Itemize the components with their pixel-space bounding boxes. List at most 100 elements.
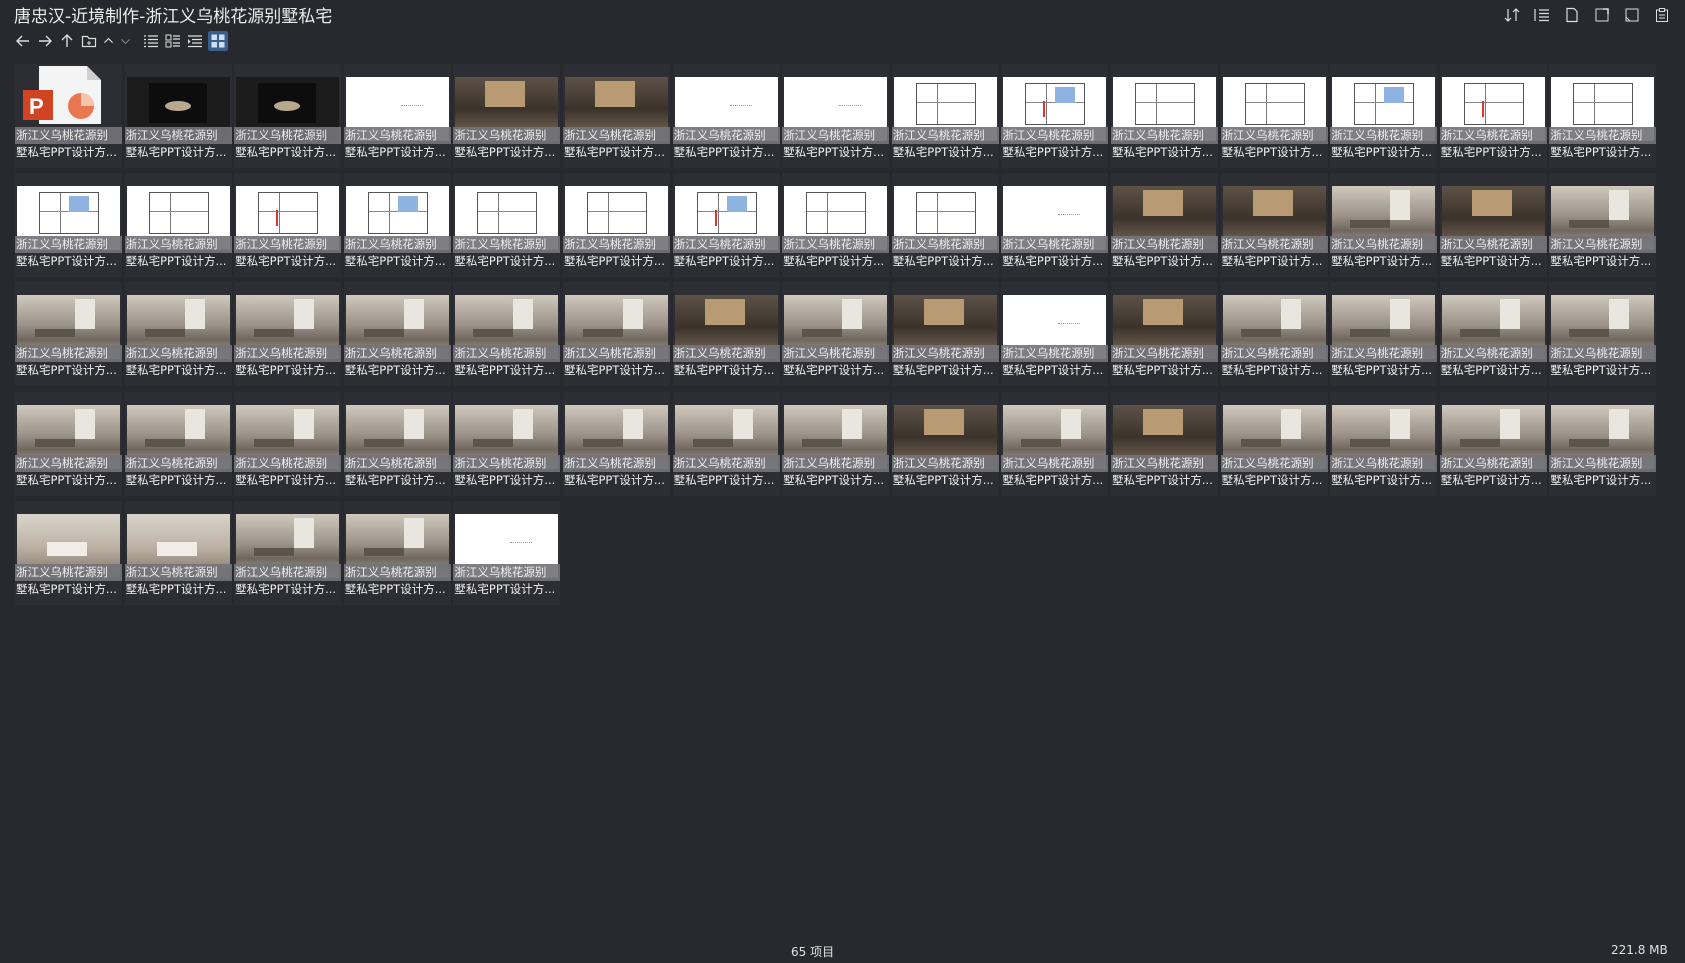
file-thumbnail-item[interactable]: 浙江义乌桃花源别 墅私宅PPT设计方... [891, 173, 999, 278]
file-name-line1: 浙江义乌桃花源别 [891, 454, 999, 472]
file-name-line2: 墅私宅PPT设计方... [1221, 472, 1323, 487]
file-thumbnail-item[interactable]: 浙江义乌桃花源别 墅私宅PPT设计方... [1330, 282, 1438, 387]
file-thumbnail-item[interactable]: 浙江义乌桃花源别 墅私宅PPT设计方... [563, 282, 670, 387]
details-view-icon[interactable] [164, 32, 182, 50]
file-thumbnail-item[interactable]: 浙江义乌桃花源别 墅私宅PPT设计方... [234, 391, 342, 496]
file-thumbnail-item[interactable]: 浙江义乌桃花源别 墅私宅PPT设计方... [343, 64, 451, 168]
file-thumbnail-item[interactable]: 浙江义乌桃花源别 墅私宅PPT设计方... [453, 391, 561, 496]
file-thumbnail-item[interactable]: 浙江义乌桃花源别 墅私宅PPT设计方... [1549, 282, 1657, 387]
file-thumbnail-item[interactable]: 浙江义乌桃花源别 墅私宅PPT设计方... [891, 391, 999, 496]
file-thumbnail-item[interactable]: 浙江义乌桃花源别 墅私宅PPT设计方... [124, 173, 232, 278]
file-thumbnail-item[interactable]: 浙江义乌桃花源别 墅私宅PPT设计方... [343, 391, 451, 496]
file-name-label: 浙江义乌桃花源别 墅私宅PPT设计方... [672, 127, 780, 161]
file-thumbnail-item[interactable]: 浙江义乌桃花源别 墅私宅PPT设计方... [672, 173, 780, 278]
file-name-label: 浙江义乌桃花源别 墅私宅PPT设计方... [1111, 345, 1218, 379]
file-thumbnail-item[interactable]: 浙江义乌桃花源别 墅私宅PPT设计方... [234, 500, 342, 605]
file-thumbnail-item[interactable]: 浙江义乌桃花源别 墅私宅PPT设计方... [1111, 64, 1218, 168]
file-thumbnail-item[interactable]: 浙江义乌桃花源别 墅私宅PPT设计方... [782, 173, 890, 278]
chevron-up-icon[interactable] [102, 32, 115, 50]
file-name-line1: 浙江义乌桃花源别 [1549, 127, 1657, 144]
file-thumbnail-item[interactable]: 浙江义乌桃花源别 墅私宅PPT设计方... [453, 173, 561, 278]
file-thumbnail-item[interactable]: 浙江义乌桃花源别 墅私宅PPT设计方... [124, 282, 232, 387]
file-name-label: 浙江义乌桃花源别 墅私宅PPT设计方... [1330, 127, 1438, 161]
file-thumbnail-item[interactable]: 浙江义乌桃花源别 墅私宅PPT设计方... [453, 500, 561, 605]
list-view-icon[interactable] [142, 32, 160, 50]
file-thumbnail-item[interactable]: 浙江义乌桃花源别 墅私宅PPT设计方... [1111, 391, 1218, 496]
file-thumbnail-item[interactable]: 浙江义乌桃花源别 墅私宅PPT设计方... [563, 391, 670, 496]
file-name-line2: 墅私宅PPT设计方... [892, 363, 994, 378]
file-name-line2: 墅私宅PPT设计方... [454, 472, 556, 487]
file-thumbnail-item[interactable]: 浙江义乌桃花源别 墅私宅PPT设计方... [1330, 173, 1438, 278]
expand-icon[interactable] [1591, 4, 1613, 26]
file-thumbnail-item[interactable]: 浙江义乌桃花源别 墅私宅PPT设计方... [1001, 282, 1109, 387]
file-thumbnail-item[interactable]: 浙江义乌桃花源别 墅私宅PPT设计方... [15, 500, 122, 605]
chevron-down-icon[interactable] [119, 32, 132, 50]
file-thumbnail-item[interactable]: 浙江义乌桃花源别 墅私宅PPT设计方... [1220, 391, 1328, 496]
file-thumbnail-item[interactable]: 浙江义乌桃花源别 墅私宅PPT设计方... [563, 64, 670, 168]
file-thumbnail-item[interactable]: 浙江义乌桃花源别 墅私宅PPT设计方... [672, 282, 780, 387]
file-thumbnail-item[interactable]: 浙江义乌桃花源别 墅私宅PPT设计方... [563, 173, 670, 278]
file-name-label: 浙江义乌桃花源别 墅私宅PPT设计方... [234, 454, 342, 489]
file-thumbnail-item[interactable]: 浙江义乌桃花源别 墅私宅PPT设计方... [782, 282, 890, 387]
file-thumbnail-item[interactable]: 浙江义乌桃花源别 墅私宅PPT设计方... [1220, 282, 1328, 387]
forward-arrow-icon[interactable] [36, 32, 54, 50]
file-thumbnail-item[interactable]: 浙江义乌桃花源别 墅私宅PPT设计方... [1111, 282, 1218, 387]
file-thumbnail-item[interactable]: 浙江义乌桃花源别 墅私宅PPT设计方... [1439, 391, 1547, 496]
back-arrow-icon[interactable] [14, 32, 32, 50]
file-thumbnail-item[interactable]: 浙江义乌桃花源别 墅私宅PPT设计方... [1549, 173, 1657, 278]
file-thumbnail-item[interactable]: 浙江义乌桃花源别 墅私宅PPT设计方... [782, 391, 890, 496]
file-thumbnail-item[interactable]: 浙江义乌桃花源别 墅私宅PPT设计方... [672, 64, 780, 168]
file-thumbnail-item[interactable]: 浙江义乌桃花源别 墅私宅PPT设计方... [1330, 64, 1438, 168]
clipboard-icon[interactable] [1651, 4, 1673, 26]
file-thumbnail-item[interactable]: 浙江义乌桃花源别 墅私宅PPT设计方... [1001, 391, 1109, 496]
file-name-line2: 墅私宅PPT设计方... [892, 145, 994, 159]
thumbnail-view-icon[interactable] [208, 31, 228, 51]
file-thumbnail-item[interactable]: 浙江义乌桃花源别 墅私宅PPT设计方... [782, 64, 890, 168]
file-name-line2: 墅私宅PPT设计方... [673, 254, 775, 269]
file-name-line1: 浙江义乌桃花源别 [782, 236, 890, 254]
file-thumbnail-item[interactable]: 浙江义乌桃花源别 墅私宅PPT设计方... [1439, 173, 1547, 278]
file-thumbnail-item[interactable]: 浙江义乌桃花源别 墅私宅PPT设计方... [343, 500, 451, 605]
file-thumbnail-item[interactable]: 浙江义乌桃花源别 墅私宅PPT设计方... [15, 173, 122, 278]
file-thumbnail-item[interactable]: 浙江义乌桃花源别 墅私宅PPT设计方... [891, 64, 999, 168]
file-thumbnail-item[interactable]: 浙江义乌桃花源别 墅私宅PPT设计方... [891, 282, 999, 387]
file-name-line1: 浙江义乌桃花源别 [1111, 454, 1218, 472]
sort-icon[interactable] [1501, 4, 1523, 26]
file-name-line2: 墅私宅PPT设计方... [1221, 145, 1323, 159]
window-icon[interactable] [1621, 4, 1643, 26]
file-name-label: 浙江义乌桃花源别 墅私宅PPT设计方... [343, 236, 451, 270]
file-thumbnail-item[interactable]: 浙江义乌桃花源别 墅私宅PPT设计方... [453, 282, 561, 387]
file-thumbnail-item[interactable]: 浙江义乌桃花源别 墅私宅PPT设计方... [1220, 173, 1328, 278]
file-thumbnail-item[interactable]: 浙江义乌桃花源别 墅私宅PPT设计方... [1330, 391, 1438, 496]
file-thumbnail-item[interactable]: 浙江义乌桃花源别 墅私宅PPT设计方... [343, 173, 451, 278]
file-thumbnail-item[interactable]: 浙江义乌桃花源别 墅私宅PPT设计方... [1549, 64, 1657, 168]
file-thumbnail-item[interactable]: 浙江义乌桃花源别 墅私宅PPT设计方... [1220, 64, 1328, 168]
new-folder-icon[interactable] [80, 32, 98, 50]
file-thumbnail-item[interactable]: 浙江义乌桃花源别 墅私宅PPT设计方... [1111, 173, 1218, 278]
file-thumbnail-item[interactable]: P 浙江义乌桃花源别 墅私宅PPT设计方... [15, 64, 122, 168]
tree-view-icon[interactable] [186, 32, 204, 50]
file-thumbnail-item[interactable]: 浙江义乌桃花源别 墅私宅PPT设计方... [1001, 64, 1109, 168]
file-thumbnail-item[interactable]: 浙江义乌桃花源别 墅私宅PPT设计方... [234, 173, 342, 278]
up-arrow-icon[interactable] [58, 32, 76, 50]
file-thumbnail-item[interactable]: 浙江义乌桃花源别 墅私宅PPT设计方... [1001, 173, 1109, 278]
file-thumbnail-item[interactable]: 浙江义乌桃花源别 墅私宅PPT设计方... [234, 282, 342, 387]
file-thumbnail-item[interactable]: 浙江义乌桃花源别 墅私宅PPT设计方... [1549, 391, 1657, 496]
file-thumbnail-item[interactable]: 浙江义乌桃花源别 墅私宅PPT设计方... [672, 391, 780, 496]
file-thumbnail-item[interactable]: 浙江义乌桃花源别 墅私宅PPT设计方... [124, 64, 232, 168]
file-thumbnail-item[interactable]: 浙江义乌桃花源别 墅私宅PPT设计方... [453, 64, 561, 168]
file-name-line1: 浙江义乌桃花源别 [1220, 345, 1328, 363]
file-name-label: 浙江义乌桃花源别 墅私宅PPT设计方... [1001, 236, 1109, 270]
column-options-icon[interactable] [1531, 4, 1553, 26]
file-name-line2: 墅私宅PPT设计方... [344, 145, 446, 159]
file-name-label: 浙江义乌桃花源别 墅私宅PPT设计方... [343, 127, 451, 161]
file-thumbnail-item[interactable]: 浙江义乌桃花源别 墅私宅PPT设计方... [124, 500, 232, 605]
file-thumbnail-item[interactable]: 浙江义乌桃花源别 墅私宅PPT设计方... [1439, 282, 1547, 387]
file-thumbnail-item[interactable]: 浙江义乌桃花源别 墅私宅PPT设计方... [124, 391, 232, 496]
file-thumbnail-item[interactable]: 浙江义乌桃花源别 墅私宅PPT设计方... [1439, 64, 1547, 168]
file-thumbnail-item[interactable]: 浙江义乌桃花源别 墅私宅PPT设计方... [343, 282, 451, 387]
file-thumbnail-item[interactable]: 浙江义乌桃花源别 墅私宅PPT设计方... [15, 282, 122, 387]
file-thumbnail-item[interactable]: 浙江义乌桃花源别 墅私宅PPT设计方... [234, 64, 342, 168]
file-thumbnail-item[interactable]: 浙江义乌桃花源别 墅私宅PPT设计方... [15, 391, 122, 496]
file-icon[interactable] [1561, 4, 1583, 26]
